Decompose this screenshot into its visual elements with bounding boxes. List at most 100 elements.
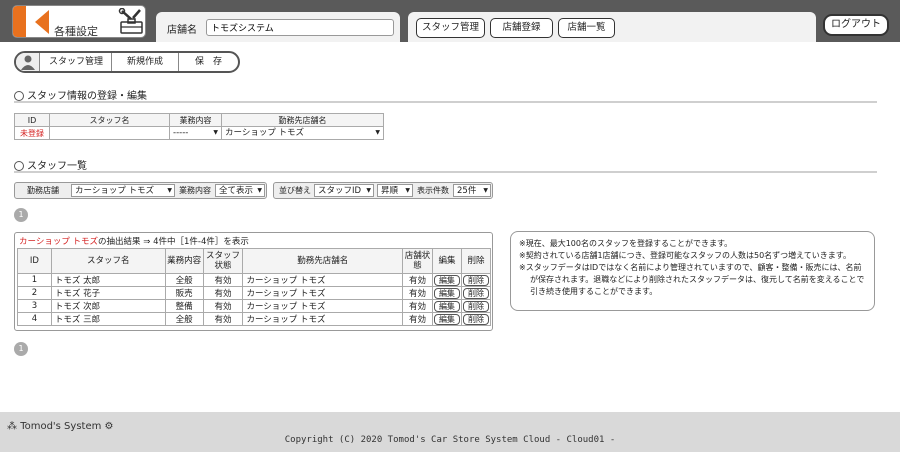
row-name: トモズ 次郎	[50, 299, 166, 313]
logout-button[interactable]: ログアウト	[823, 14, 889, 36]
divider	[14, 101, 877, 103]
row-status: 有効	[202, 286, 244, 300]
sort-count-filter: 並び替え スタッフID 昇順 表示件数 25件	[273, 182, 493, 199]
filter-store-label: 勤務店舗	[27, 186, 59, 195]
col-edit: 編集	[431, 248, 462, 274]
toolbox-icon	[118, 8, 143, 34]
delete-button[interactable]: 削除	[462, 274, 489, 286]
store-job-filter: 勤務店舗 カーショップ トモズ 業務内容 全て表示	[14, 182, 267, 199]
list-section-heading: スタッフ一覧	[14, 157, 87, 172]
row-store-status: 有効	[402, 273, 433, 287]
delete-cell: 削除	[460, 273, 492, 287]
footer-brand: ⁂ Tomod's System ⚙	[7, 421, 114, 432]
store-name-input[interactable]	[206, 19, 394, 36]
edit-button[interactable]: 編集	[433, 287, 460, 299]
delete-button[interactable]: 削除	[462, 313, 489, 325]
col-store: 勤務先店舗名	[221, 113, 384, 127]
row-job: 全般	[164, 273, 204, 287]
nav-store-register[interactable]: 店舗登録	[490, 18, 553, 38]
store-select[interactable]: カーショップ トモズ	[221, 126, 384, 140]
edit-cell: 編集	[431, 286, 462, 300]
summary-text: の抽出結果 ⇒ 4件中［1件-4件］を表示	[98, 237, 249, 247]
page-title: 各種設定	[54, 25, 98, 38]
edit-cell: 編集	[431, 273, 462, 287]
col-job: 業務内容	[164, 248, 204, 274]
page-number-top[interactable]: 1	[14, 208, 28, 222]
nav-store-list[interactable]: 店舗一覧	[558, 18, 615, 38]
store-name-box: 店舗名	[156, 12, 400, 42]
col-staff-name: スタッフ名	[49, 113, 170, 127]
orange-strip	[13, 6, 26, 37]
edit-button[interactable]: 編集	[433, 300, 460, 312]
filter-job-select[interactable]: 全て表示	[215, 184, 265, 197]
staff-name-input[interactable]	[49, 126, 170, 140]
edit-cell: 編集	[431, 312, 462, 326]
row-store-status: 有効	[402, 312, 433, 326]
sort-label: 並び替え	[279, 186, 311, 195]
staff-form-table: ID スタッフ名 業務内容 勤務先店舗名 未登録 ----- カーショップ トモ…	[14, 113, 384, 140]
row-job: 整備	[164, 299, 204, 313]
row-store: カーショップ トモズ	[242, 312, 404, 326]
divider	[14, 171, 877, 173]
delete-button[interactable]: 削除	[462, 300, 489, 312]
section-radio-icon	[14, 161, 24, 171]
col-id: ID	[17, 248, 52, 274]
count-select[interactable]: 25件	[453, 184, 491, 197]
settings-title-box[interactable]: 各種設定	[12, 5, 146, 38]
row-job: 販売	[164, 286, 204, 300]
table-row: 1 トモズ 太郎 全般 有効 カーショップ トモズ 有効 編集 削除	[17, 273, 492, 287]
row-job: 全般	[164, 312, 204, 326]
form-section-heading: スタッフ情報の登録・編集	[14, 87, 147, 102]
row-store-status: 有効	[402, 286, 433, 300]
delete-cell: 削除	[460, 299, 492, 313]
result-box: カーショップ トモズの抽出結果 ⇒ 4件中［1件-4件］を表示 ID スタッフ名…	[14, 232, 493, 331]
table-row: 3 トモズ 次郎 整備 有効 カーショップ トモズ 有効 編集 削除	[17, 299, 492, 313]
col-store-status: 店舗状態	[402, 248, 433, 274]
col-job: 業務内容	[169, 113, 222, 127]
section-radio-icon	[14, 91, 24, 101]
brand-name: Tomod's System	[20, 421, 102, 432]
filter-store-select[interactable]: カーショップ トモズ	[71, 184, 175, 197]
edit-cell: 編集	[431, 299, 462, 313]
col-staff-name: スタッフ名	[50, 248, 166, 274]
staff-manage-tab[interactable]: スタッフ管理	[41, 53, 112, 71]
row-store-status: 有効	[402, 299, 433, 313]
job-select[interactable]: -----	[169, 126, 222, 140]
count-label: 表示件数	[417, 186, 449, 195]
main-nav: スタッフ管理 店舗登録 店舗一覧	[408, 12, 816, 42]
new-button[interactable]: 新規作成	[112, 53, 179, 71]
note-item: ※現在、最大100名のスタッフを登録することができます。	[519, 239, 733, 248]
user-icon	[16, 53, 40, 71]
page-number-bottom[interactable]: 1	[14, 342, 28, 356]
sort-select[interactable]: スタッフID	[314, 184, 374, 197]
back-arrow-icon[interactable]	[35, 10, 49, 34]
row-id: 1	[17, 273, 52, 287]
filter-job-label: 業務内容	[179, 186, 211, 195]
delete-button[interactable]: 削除	[462, 287, 489, 299]
col-id: ID	[14, 113, 50, 127]
notes-box: ※現在、最大100名のスタッフを登録することができます。 ※契約されている店舗1…	[510, 231, 875, 311]
row-id: 2	[17, 286, 52, 300]
edit-button[interactable]: 編集	[433, 274, 460, 286]
edit-button[interactable]: 編集	[433, 313, 460, 325]
row-name: トモズ 花子	[50, 286, 166, 300]
result-summary: カーショップ トモズの抽出結果 ⇒ 4件中［1件-4件］を表示	[19, 235, 249, 247]
table-row: 2 トモズ 花子 販売 有効 カーショップ トモズ 有効 編集 削除	[17, 286, 492, 300]
order-select[interactable]: 昇順	[377, 184, 413, 197]
row-status: 有効	[202, 312, 244, 326]
staff-list-table: ID スタッフ名 業務内容 スタッフ状態 勤務先店舗名 店舗状態 編集 削除 1…	[17, 248, 492, 326]
brand-mark-icon: ⚙	[104, 421, 114, 432]
footer: ⁂ Tomod's System ⚙ Copyright (C) 2020 To…	[0, 412, 900, 452]
nav-staff-manage[interactable]: スタッフ管理	[416, 18, 485, 38]
row-name: トモズ 太郎	[50, 273, 166, 287]
top-bar: 各種設定 店舗名 スタッフ管理 店舗登録 店舗一覧 ログアウト	[0, 0, 900, 42]
delete-cell: 削除	[460, 312, 492, 326]
table-row: 4 トモズ 三郎 全般 有効 カーショップ トモズ 有効 編集 削除	[17, 312, 492, 326]
note-item: ※契約されている店舗1店舗につき、登録可能なスタッフの人数は50名ずつ増えていき…	[519, 251, 851, 260]
row-status: 有効	[202, 273, 244, 287]
job-select-value: -----	[170, 127, 221, 139]
row-id: 4	[17, 312, 52, 326]
row-status: 有効	[202, 299, 244, 313]
brand-logo-icon: ⁂	[7, 421, 17, 432]
save-button[interactable]: 保 存	[179, 53, 238, 71]
